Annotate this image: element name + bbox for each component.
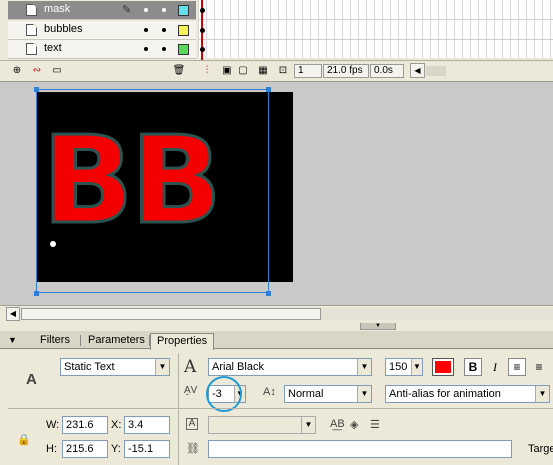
chevron-down-icon: ▼: [535, 386, 549, 402]
chevron-down-icon: ▼: [411, 359, 422, 375]
layer-row-bubbles[interactable]: bubbles: [8, 21, 196, 40]
elapsed-time: 0.0s: [370, 64, 404, 78]
tab-parameters[interactable]: Parameters: [82, 333, 151, 349]
height-label: H:: [46, 443, 57, 455]
scroll-thumb[interactable]: [21, 308, 321, 320]
char-position-icon: A↕: [263, 386, 276, 398]
y-field[interactable]: -15.1: [124, 440, 170, 458]
layer-color-swatch[interactable]: [178, 5, 189, 16]
timeline-toolbar: ⊕ ∾ ▭ 🗑 ⫶ ▣ ▢ ▦ ⊡ 1 21.0 fps 0.0s ◀: [0, 60, 553, 80]
x-field[interactable]: 3.4: [124, 416, 170, 434]
width-label: W:: [46, 419, 60, 431]
lock-dot[interactable]: [162, 47, 166, 51]
height-field[interactable]: 215.6: [62, 440, 108, 458]
layer-icon: [26, 24, 37, 36]
keyframe[interactable]: [200, 28, 205, 33]
y-label: Y:: [111, 443, 121, 455]
layer-name: bubbles: [44, 23, 83, 35]
edit-multiple-frames-icon[interactable]: ▦: [256, 64, 270, 77]
align-left-icon[interactable]: ≡: [508, 358, 526, 376]
lock-icon[interactable]: 🔒: [17, 433, 31, 446]
layer-color-swatch[interactable]: [178, 44, 189, 55]
layer-icon: [26, 4, 37, 16]
transform-handle[interactable]: [34, 291, 39, 296]
disabled-select: ▼: [208, 416, 316, 434]
scroll-left-icon[interactable]: ◀: [6, 307, 20, 321]
pencil-icon: ✎: [122, 4, 132, 16]
font-select[interactable]: Arial Black ▼: [208, 358, 372, 376]
render-html-icon[interactable]: A͟B: [330, 418, 345, 430]
tab-filters[interactable]: Filters: [34, 333, 76, 349]
keyframe[interactable]: [200, 47, 205, 52]
stage-area[interactable]: BB: [0, 82, 553, 308]
border-icon[interactable]: ◈: [350, 418, 358, 431]
keyframe[interactable]: [200, 8, 205, 13]
layer-row-text[interactable]: text: [8, 40, 196, 59]
collapse-arrow-icon[interactable]: ▼: [8, 335, 17, 345]
visibility-dot[interactable]: [144, 47, 148, 51]
font-size-field[interactable]: 150 ▼: [385, 358, 423, 376]
visibility-dot[interactable]: [144, 8, 148, 12]
add-motion-guide-icon[interactable]: ∾: [30, 64, 44, 77]
center-frame-icon[interactable]: ⫶: [200, 64, 214, 77]
frames-grid[interactable]: [198, 0, 553, 58]
onion-outline-icon[interactable]: ▢: [236, 64, 250, 77]
add-layer-icon[interactable]: ⊕: [10, 64, 24, 77]
transform-handle[interactable]: [266, 87, 271, 92]
char-position-select[interactable]: Normal ▼: [284, 385, 372, 403]
bold-button[interactable]: B: [464, 358, 482, 376]
text-type-select[interactable]: Static Text ▼: [60, 358, 170, 376]
frame-rate: 21.0 fps: [323, 64, 369, 78]
current-frame: 1: [294, 64, 322, 78]
text-color-swatch[interactable]: [432, 358, 454, 376]
options-icon[interactable]: ☰: [370, 418, 380, 431]
url-field[interactable]: [208, 440, 512, 458]
target-label: Targe: [528, 443, 553, 455]
add-folder-icon[interactable]: ▭: [50, 64, 64, 77]
font-icon: A: [184, 357, 197, 377]
x-label: X:: [111, 419, 122, 431]
visibility-dot[interactable]: [144, 28, 148, 32]
lock-dot[interactable]: [162, 28, 166, 32]
chevron-down-icon: ▼: [301, 417, 315, 433]
letter-spacing-icon: A̱V: [184, 385, 198, 396]
align-center-icon[interactable]: ≡: [530, 358, 548, 376]
layer-name: mask: [44, 3, 71, 15]
chevron-down-icon: ▼: [357, 386, 371, 402]
stage-hscroll[interactable]: ◀: [0, 305, 553, 322]
anti-alias-select[interactable]: Anti-alias for animation ▼: [385, 385, 550, 403]
layer-icon: [26, 43, 37, 55]
modify-onion-markers-icon[interactable]: ⊡: [276, 64, 290, 77]
transform-handle[interactable]: [34, 87, 39, 92]
chevron-down-icon: ▼: [155, 359, 169, 375]
layer-name: text: [44, 42, 62, 54]
timeline-hscroll[interactable]: [426, 66, 446, 76]
delete-layer-icon[interactable]: 🗑: [172, 64, 186, 77]
layer-row-mask[interactable]: mask ✎: [8, 1, 196, 20]
text-tool-icon: A: [26, 371, 37, 388]
onion-skin-icon[interactable]: ▣: [220, 64, 234, 77]
tab-properties[interactable]: Properties: [150, 333, 215, 350]
property-inspector: ▼ ▼ Filters Parameters Properties A Stat…: [0, 323, 553, 465]
scroll-left-icon[interactable]: ◀: [410, 63, 425, 78]
tab-bar: ▼ Filters Parameters Properties: [0, 331, 553, 350]
highlight-annotation: [206, 376, 242, 412]
timeline-panel: mask ✎ bubbles text ⊕ ∾ ▭ 🗑 ⫶ ▣ ▢ ▦ ⊡ 1: [0, 0, 553, 82]
link-icon: ⛓: [186, 443, 200, 455]
selection-box[interactable]: [36, 89, 269, 293]
width-field[interactable]: 231.6: [62, 416, 108, 434]
lock-dot[interactable]: [162, 8, 166, 12]
italic-button[interactable]: I: [486, 358, 504, 376]
panel-grip[interactable]: ▼: [360, 323, 396, 330]
layer-color-swatch[interactable]: [178, 25, 189, 36]
selectable-icon[interactable]: A: [186, 418, 198, 430]
registration-point: [50, 241, 56, 247]
transform-handle[interactable]: [266, 291, 271, 296]
chevron-down-icon: ▼: [357, 359, 371, 375]
